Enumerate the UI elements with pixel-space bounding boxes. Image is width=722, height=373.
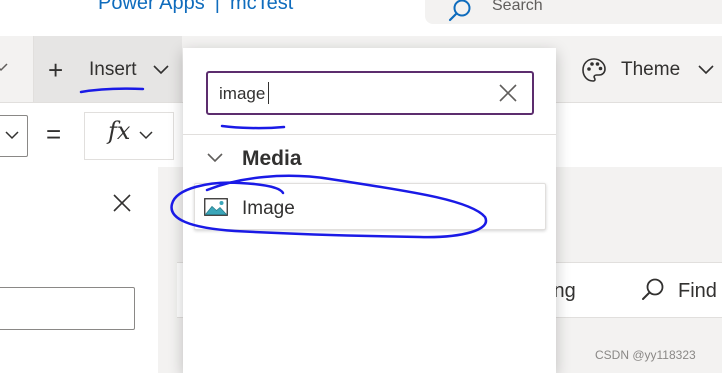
fx-label: fx (108, 117, 131, 145)
app-name: Power Apps (98, 0, 205, 14)
app-file-name: mcTest (229, 0, 294, 14)
equals-sign: = (46, 119, 62, 149)
search-icon (448, 0, 471, 22)
app-title: Power Apps | mcTest (98, 0, 293, 15)
image-item-label: Image (242, 198, 295, 219)
clear-icon[interactable] (497, 82, 519, 104)
chevron-down-icon[interactable] (206, 151, 224, 163)
close-icon[interactable] (112, 193, 132, 213)
insert-label: Insert (89, 59, 137, 80)
theme-label[interactable]: Theme (621, 59, 680, 81)
global-search-box[interactable]: Search (425, 0, 722, 24)
palette-icon (582, 58, 606, 82)
control-name-input[interactable] (0, 287, 135, 330)
chevron-down-icon[interactable] (0, 62, 8, 72)
chevron-down-icon (153, 65, 169, 75)
search-icon[interactable] (640, 277, 666, 303)
chevron-down-icon (5, 131, 19, 140)
chevron-down-icon (139, 131, 153, 140)
flyout-divider (183, 134, 556, 135)
search-placeholder: Search (492, 0, 543, 14)
chevron-down-icon[interactable] (697, 63, 715, 75)
media-group-label[interactable]: Media (242, 147, 302, 171)
text-caret (268, 82, 269, 104)
image-icon (204, 198, 228, 216)
properties-panel (0, 167, 159, 373)
watermark: CSDN @yy118323 (595, 348, 696, 362)
plus-icon: + (48, 55, 64, 85)
find-label[interactable]: Find (678, 280, 717, 303)
insert-search-value: image (219, 84, 266, 103)
title-separator: | (214, 0, 220, 14)
